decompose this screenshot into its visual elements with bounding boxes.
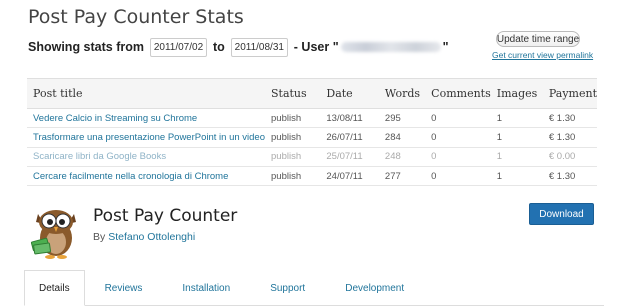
table-row-cut-off [27, 185, 597, 196]
permalink-link[interactable]: Get current view permalink [492, 50, 593, 60]
cell-words: 248 [378, 147, 426, 167]
cell-comments: 0 [425, 127, 491, 148]
start-date-field[interactable]: 2011/07/02 [149, 37, 207, 57]
plugin-name: Post Pay Counter [93, 206, 238, 226]
cell-images: 1 [490, 166, 543, 187]
cell-words: 295 [378, 108, 426, 129]
blurred-user-name [340, 42, 441, 52]
post-title-link[interactable]: Scaricare libri da Google Books [27, 147, 265, 167]
cell-status: publish [265, 127, 321, 148]
tab-support[interactable]: Support [250, 270, 325, 306]
tab-development[interactable]: Development [325, 270, 424, 306]
cell-comments: 0 [425, 108, 491, 129]
cell-date: 13/08/11 [320, 108, 379, 129]
post-title-link[interactable]: Trasformare una presentazione PowerPoint… [27, 127, 265, 148]
column-header-post-title[interactable]: Post title [27, 78, 265, 109]
table-header-row: Post title Status Date Words Comments Im… [27, 78, 597, 109]
user-label-close: " [442, 40, 449, 54]
cell-status: publish [265, 147, 321, 167]
date-range-row: Showing stats from 2011/07/02 to 2011/08… [28, 37, 449, 57]
cell-comments: 0 [425, 166, 491, 187]
cell-date: 26/07/11 [320, 127, 379, 148]
column-header-comments[interactable]: Comments [425, 78, 491, 109]
tab-reviews[interactable]: Reviews [85, 270, 163, 306]
plugin-author: By Stefano Ottolenghi [93, 231, 195, 243]
author-link[interactable]: Stefano Ottolenghi [108, 231, 195, 243]
column-header-images[interactable]: Images [490, 78, 543, 109]
cell-images: 1 [490, 108, 543, 129]
download-button[interactable]: Download [529, 203, 594, 225]
plugin-banner: Post Pay Counter Stats Showing stats fro… [0, 0, 624, 196]
column-header-words[interactable]: Words [378, 78, 426, 109]
cell-words: 284 [378, 127, 426, 148]
post-title-link[interactable]: Vedere Calcio in Streaming su Chrome [27, 108, 265, 129]
cell-comments: 0 [425, 147, 491, 167]
to-label: to [212, 40, 225, 54]
plugin-tabs: Details Reviews Installation Support Dev… [24, 270, 604, 306]
truncated-cell [27, 185, 265, 196]
cell-words: 277 [378, 166, 426, 187]
column-header-payment[interactable]: Payment [542, 78, 597, 109]
page-title: Post Pay Counter Stats [28, 6, 244, 28]
cell-date: 25/07/11 [320, 147, 379, 167]
showing-label: Showing stats from [28, 40, 144, 54]
cell-status: publish [265, 108, 321, 129]
tab-installation[interactable]: Installation [162, 270, 250, 306]
cell-images: 1 [490, 147, 543, 167]
by-label: By [93, 231, 106, 243]
column-header-status[interactable]: Status [265, 78, 321, 109]
update-time-range-button[interactable]: Update time range [496, 31, 580, 47]
end-date-field[interactable]: 2011/08/31 [230, 37, 288, 57]
table-row: Scaricare libri da Google Books publish … [27, 147, 597, 167]
cell-payment: € 1.30 [542, 108, 597, 129]
cell-payment: € 1.30 [542, 166, 597, 187]
column-header-date[interactable]: Date [320, 78, 379, 109]
table-row: Vedere Calcio in Streaming su Chrome pub… [27, 108, 597, 129]
post-title-link[interactable]: Cercare facilmente nella cronologia di C… [27, 166, 265, 187]
tab-details[interactable]: Details [24, 270, 85, 306]
owl-mascot-icon [30, 210, 76, 259]
cell-payment: € 0.00 [542, 147, 597, 167]
user-label: - User " [293, 40, 339, 54]
table-row: Cercare facilmente nella cronologia di C… [27, 166, 597, 187]
cell-payment: € 1.30 [542, 127, 597, 148]
cell-date: 24/07/11 [320, 166, 379, 187]
cell-images: 1 [490, 127, 543, 148]
cell-status: publish [265, 166, 321, 187]
stats-table: Post title Status Date Words Comments Im… [27, 78, 597, 196]
table-row: Trasformare una presentazione PowerPoint… [27, 127, 597, 148]
